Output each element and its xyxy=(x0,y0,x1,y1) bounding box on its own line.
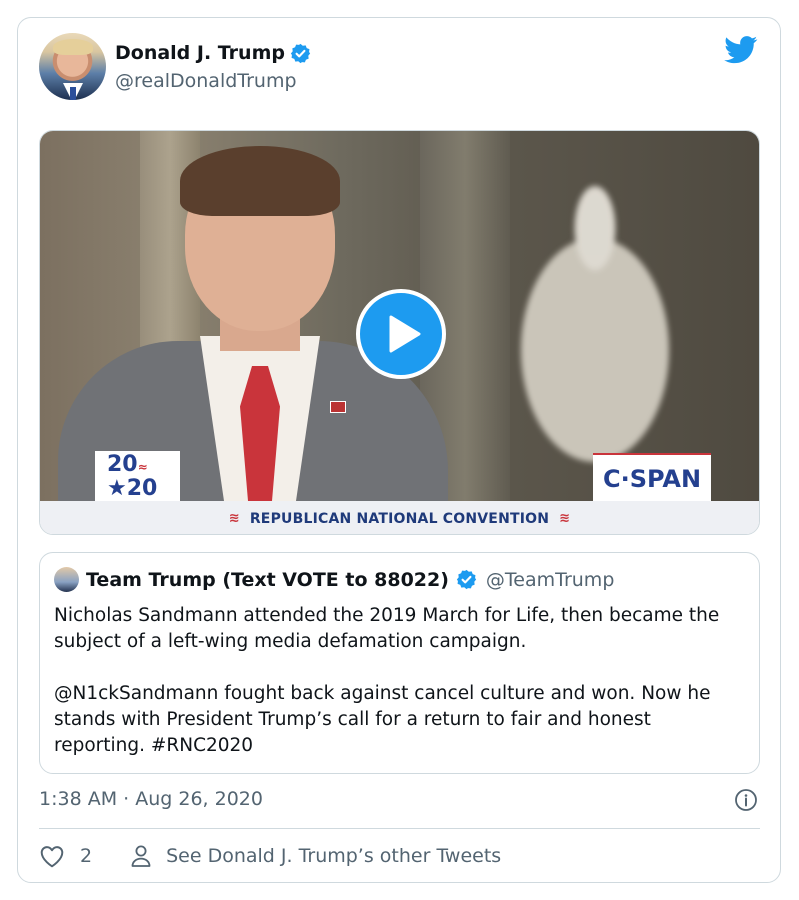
flag-mark-icon: ≋ xyxy=(559,511,571,526)
logo-stripes: ≈ xyxy=(137,460,148,474)
author-name[interactable]: Donald J. Trump xyxy=(115,42,285,64)
quoted-tweet-header: Team Trump (Text VOTE to 88022) @TeamTru… xyxy=(54,567,614,592)
heart-icon xyxy=(40,846,64,868)
banner-text: REPUBLICAN NATIONAL CONVENTION xyxy=(249,510,550,527)
video-player[interactable]: 20≈ ★20 C·SPAN ≋ REPUBLICAN NATIONAL CON… xyxy=(39,130,760,535)
lincoln-statue xyxy=(480,176,710,466)
quoted-author-handle: @TeamTrump xyxy=(485,568,615,591)
quoted-tweet-text: Nicholas Sandmann attended the 2019 Marc… xyxy=(54,603,744,759)
play-button[interactable] xyxy=(356,289,446,379)
verified-badge-icon xyxy=(290,43,311,63)
like-button[interactable]: 2 xyxy=(39,844,92,868)
flag-mark-icon: ≋ xyxy=(228,511,240,526)
logo-2020-bottom: ★20 xyxy=(107,476,158,501)
other-tweets-link[interactable]: See Donald J. Trump’s other Tweets xyxy=(130,844,501,868)
other-tweets-label: See Donald J. Trump’s other Tweets xyxy=(166,845,502,867)
logo-2020-top: 20 xyxy=(107,452,138,477)
rnc-2020-logo: 20≈ ★20 xyxy=(95,451,180,501)
speaker-hair xyxy=(180,146,340,216)
verified-badge-icon xyxy=(456,569,477,590)
quoted-tweet[interactable]: Team Trump (Text VOTE to 88022) @TeamTru… xyxy=(39,552,760,774)
tweet-timestamp[interactable]: 1:38 AM · Aug 26, 2020 xyxy=(39,788,263,810)
info-icon[interactable] xyxy=(734,788,758,812)
author-handle[interactable]: @realDonaldTrump xyxy=(115,70,297,92)
like-count: 2 xyxy=(80,845,93,867)
person-icon xyxy=(131,845,151,867)
convention-banner: ≋ REPUBLICAN NATIONAL CONVENTION ≋ xyxy=(40,501,759,534)
twitter-bird-icon[interactable] xyxy=(724,36,758,64)
divider xyxy=(39,828,760,829)
quoted-author-avatar xyxy=(54,567,79,592)
tweet-card: Donald J. Trump @realDonaldTrump 20≈ ★20… xyxy=(17,17,781,883)
quoted-paragraph: Nicholas Sandmann attended the 2019 Marc… xyxy=(54,605,720,652)
play-icon xyxy=(389,315,421,353)
author-name-row[interactable]: Donald J. Trump xyxy=(115,42,311,64)
flag-pin xyxy=(330,401,346,413)
cspan-logo: C·SPAN xyxy=(593,453,711,503)
tweet-actions: 2 See Donald J. Trump’s other Tweets xyxy=(39,844,501,868)
avatar-hair xyxy=(53,39,93,55)
avatar-tie xyxy=(70,87,76,100)
quoted-author-name: Team Trump (Text VOTE to 88022) xyxy=(86,568,449,591)
author-avatar[interactable] xyxy=(39,33,106,100)
quoted-paragraph: @N1ckSandmann fought back against cancel… xyxy=(54,683,711,756)
